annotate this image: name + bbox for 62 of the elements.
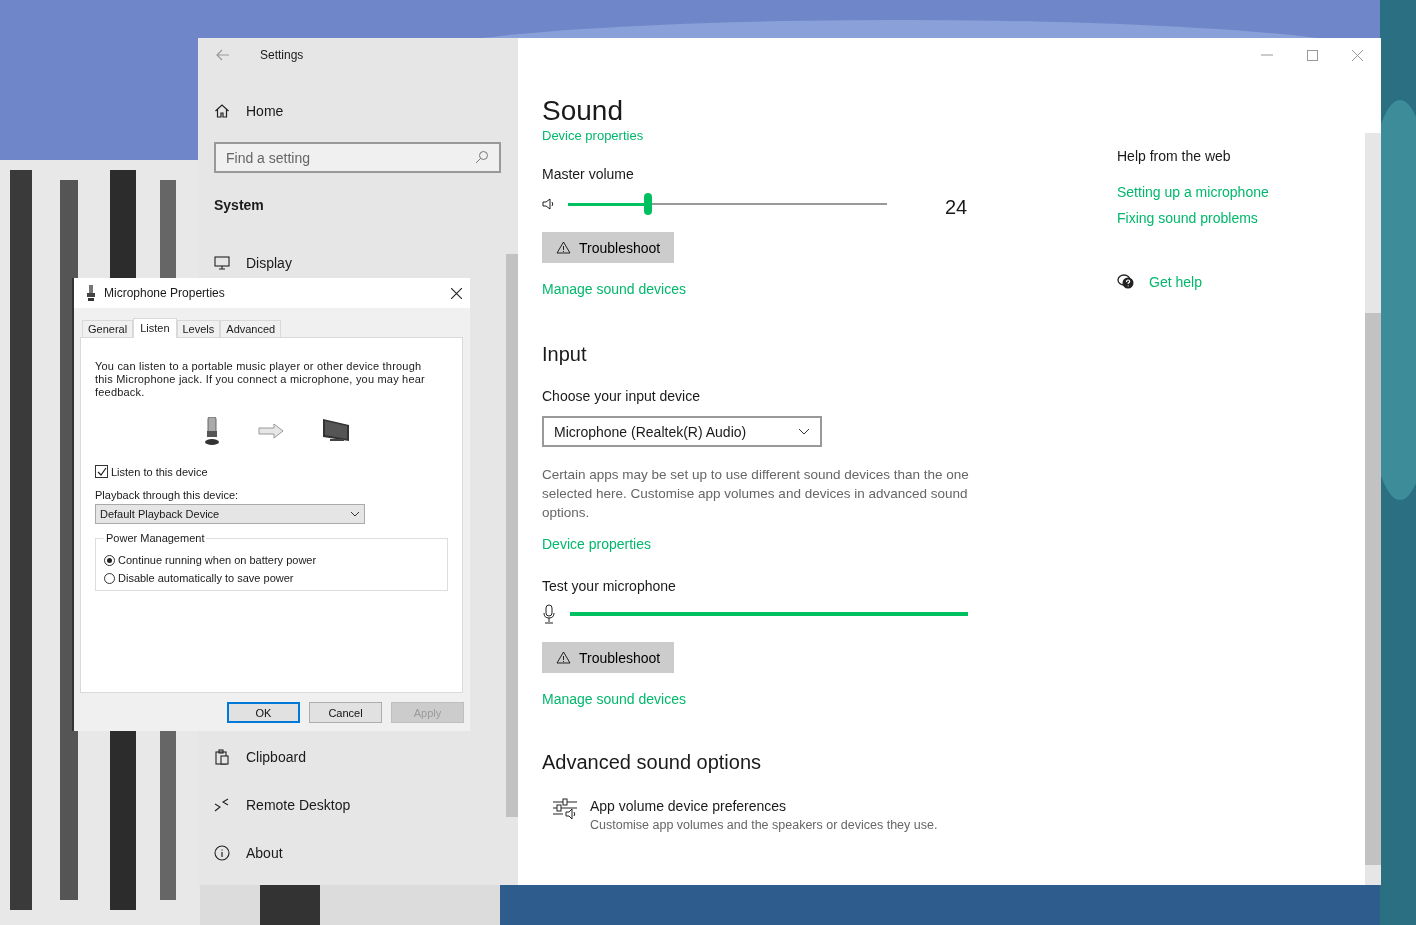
close-icon[interactable]: [451, 287, 462, 299]
back-icon[interactable]: [216, 49, 230, 61]
field-label: Choose your input device: [542, 388, 701, 404]
home-icon: [214, 103, 230, 119]
sidebar-item[interactable]: Remote Desktop: [246, 797, 351, 813]
chat-help-icon: [1117, 274, 1135, 290]
home-link[interactable]: Home: [246, 103, 284, 119]
app-volume-link[interactable]: App volume device preferences: [590, 798, 938, 814]
playback-device-dropdown[interactable]: Default Playback Device: [95, 504, 365, 524]
group-title: Power Management: [105, 532, 206, 544]
field-label: Test your microphone: [542, 578, 677, 594]
tab[interactable]: General: [82, 320, 134, 337]
maximize-icon[interactable]: [1307, 49, 1318, 61]
sidebar-item[interactable]: Clipboard: [246, 749, 306, 765]
speaker-icon[interactable]: [542, 197, 556, 211]
monitor-icon: [214, 256, 230, 270]
listen-description: You can listen to a portable music player or other device through this Microphone jack. If you connect a microphone, you may hear feedback.: [95, 360, 426, 399]
chevron-icon: [350, 511, 360, 517]
radio-label: Disable automatically to save power: [118, 572, 294, 584]
search-icon: [475, 150, 489, 164]
sidebar-item[interactable]: About: [246, 845, 283, 861]
tab[interactable]: Listen: [133, 318, 177, 338]
sliders-icon: [552, 798, 578, 822]
radio-label: Continue running when on battery power: [118, 554, 317, 566]
dialog-title: Microphone Properties: [104, 286, 225, 300]
input-device-dropdown[interactable]: Microphone (Realtek(R) Audio): [542, 416, 822, 447]
section-heading: Advanced sound options: [542, 751, 763, 774]
checkbox-label: Listen to this device: [111, 465, 208, 478]
remote-icon: [214, 797, 230, 813]
microphone-icon: [86, 285, 96, 301]
listen-checkbox[interactable]: [95, 465, 108, 478]
tab[interactable]: Advanced: [220, 320, 282, 337]
troubleshoot-button[interactable]: Troubleshoot: [542, 232, 675, 263]
monitor-icon: [321, 418, 350, 444]
info-icon: [214, 845, 230, 861]
warning-icon: [556, 241, 571, 254]
tab[interactable]: Levels: [176, 320, 221, 337]
section-heading: System: [214, 197, 265, 215]
input-note: Certain apps may be set up to use different sound devices than the one selected here. Customise app volumes and devices in advanced sound options.: [542, 466, 970, 522]
dialog-button[interactable]: OK: [227, 702, 300, 723]
arrow-icon: [257, 423, 284, 439]
troubleshoot-button[interactable]: Troubleshoot: [542, 642, 675, 673]
section-heading: Input: [542, 343, 588, 366]
radio-button[interactable]: [104, 572, 115, 584]
microphone-icon: [542, 604, 556, 624]
chevron-icon: [798, 428, 810, 435]
window-title: Settings: [260, 48, 304, 62]
clipboard-icon: [214, 749, 230, 765]
radio-button[interactable]: [104, 554, 115, 566]
field-label: Master volume: [542, 166, 635, 182]
volume-slider[interactable]: [568, 193, 887, 215]
help-heading: Help from the web: [1117, 148, 1232, 164]
dialog-button[interactable]: Cancel: [309, 702, 382, 723]
search-field[interactable]: Find a setting: [214, 142, 501, 173]
item-description: Customise app volumes and the speakers or devices they use.: [590, 818, 938, 832]
page-title: Sound: [542, 94, 624, 128]
warning-icon: [556, 651, 571, 664]
volume-value: 24: [945, 195, 968, 219]
field-label: Playback through this device:: [95, 489, 240, 501]
scrollbar[interactable]: [1365, 133, 1381, 885]
sidebar-item[interactable]: Display: [246, 255, 292, 271]
microphone-icon: [203, 417, 220, 445]
